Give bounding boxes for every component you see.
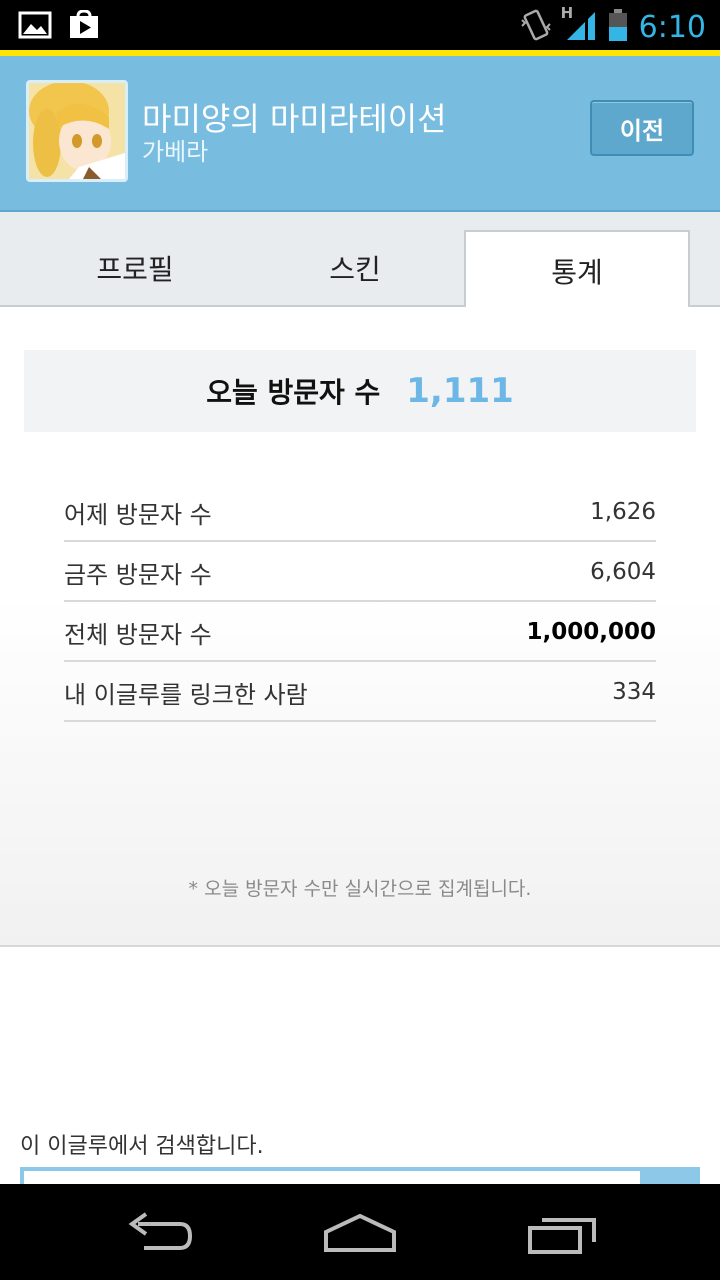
avatar[interactable] bbox=[26, 80, 128, 182]
stat-value: 334 bbox=[612, 679, 656, 705]
back-icon[interactable] bbox=[124, 1212, 196, 1260]
today-visitors-label: 오늘 방문자 수 bbox=[206, 376, 381, 409]
network-type: H bbox=[560, 4, 574, 22]
signal-icon: H bbox=[561, 4, 597, 46]
blog-owner: 가베라 bbox=[142, 138, 209, 166]
stat-value: 1,000,000 bbox=[526, 619, 657, 645]
realtime-note: * 오늘 방문자 수만 실시간으로 집계됩니다. bbox=[188, 878, 532, 900]
search-label: 이 이글루에서 검색합니다. bbox=[20, 1134, 264, 1159]
stat-row-yesterday: 어제 방문자 수 1,626 bbox=[64, 481, 656, 542]
stat-row-linked: 내 이글루를 링크한 사람 334 bbox=[64, 661, 656, 722]
stat-value: 6,604 bbox=[590, 559, 656, 585]
image-icon bbox=[18, 10, 52, 44]
stat-row-this-week: 금주 방문자 수 6,604 bbox=[64, 541, 656, 602]
clock: 6:10 bbox=[638, 9, 706, 45]
stat-label: 전체 방문자 수 bbox=[64, 621, 212, 649]
tab-skin[interactable]: 스킨 bbox=[244, 230, 466, 305]
blog-header: 마미양의 마미라테이션 가베라 이전 bbox=[0, 56, 720, 212]
tab-bar: 프로필 스킨 통계 bbox=[0, 212, 720, 309]
home-icon[interactable] bbox=[320, 1212, 400, 1260]
stat-label: 어제 방문자 수 bbox=[64, 501, 212, 529]
stat-row-total: 전체 방문자 수 1,000,000 bbox=[64, 601, 656, 662]
navigation-bar bbox=[0, 1184, 720, 1280]
recent-apps-icon[interactable] bbox=[524, 1212, 600, 1260]
tab-profile[interactable]: 프로필 bbox=[24, 230, 246, 305]
stat-label: 내 이글루를 링크한 사람 bbox=[64, 681, 308, 709]
battery-icon bbox=[607, 8, 629, 46]
vibrate-icon bbox=[519, 8, 553, 46]
play-store-icon bbox=[68, 9, 100, 44]
today-visitors-box: 오늘 방문자 수 1,111 bbox=[24, 350, 696, 432]
status-bar: H 6:10 bbox=[0, 0, 720, 50]
stat-value: 1,626 bbox=[590, 499, 656, 525]
today-visitors-value: 1,111 bbox=[406, 371, 514, 411]
stat-label: 금주 방문자 수 bbox=[64, 561, 212, 589]
prev-button[interactable]: 이전 bbox=[590, 100, 694, 156]
stats-panel: 오늘 방문자 수 1,111 어제 방문자 수 1,626 금주 방문자 수 6… bbox=[0, 307, 720, 947]
tab-stats[interactable]: 통계 bbox=[464, 230, 690, 309]
